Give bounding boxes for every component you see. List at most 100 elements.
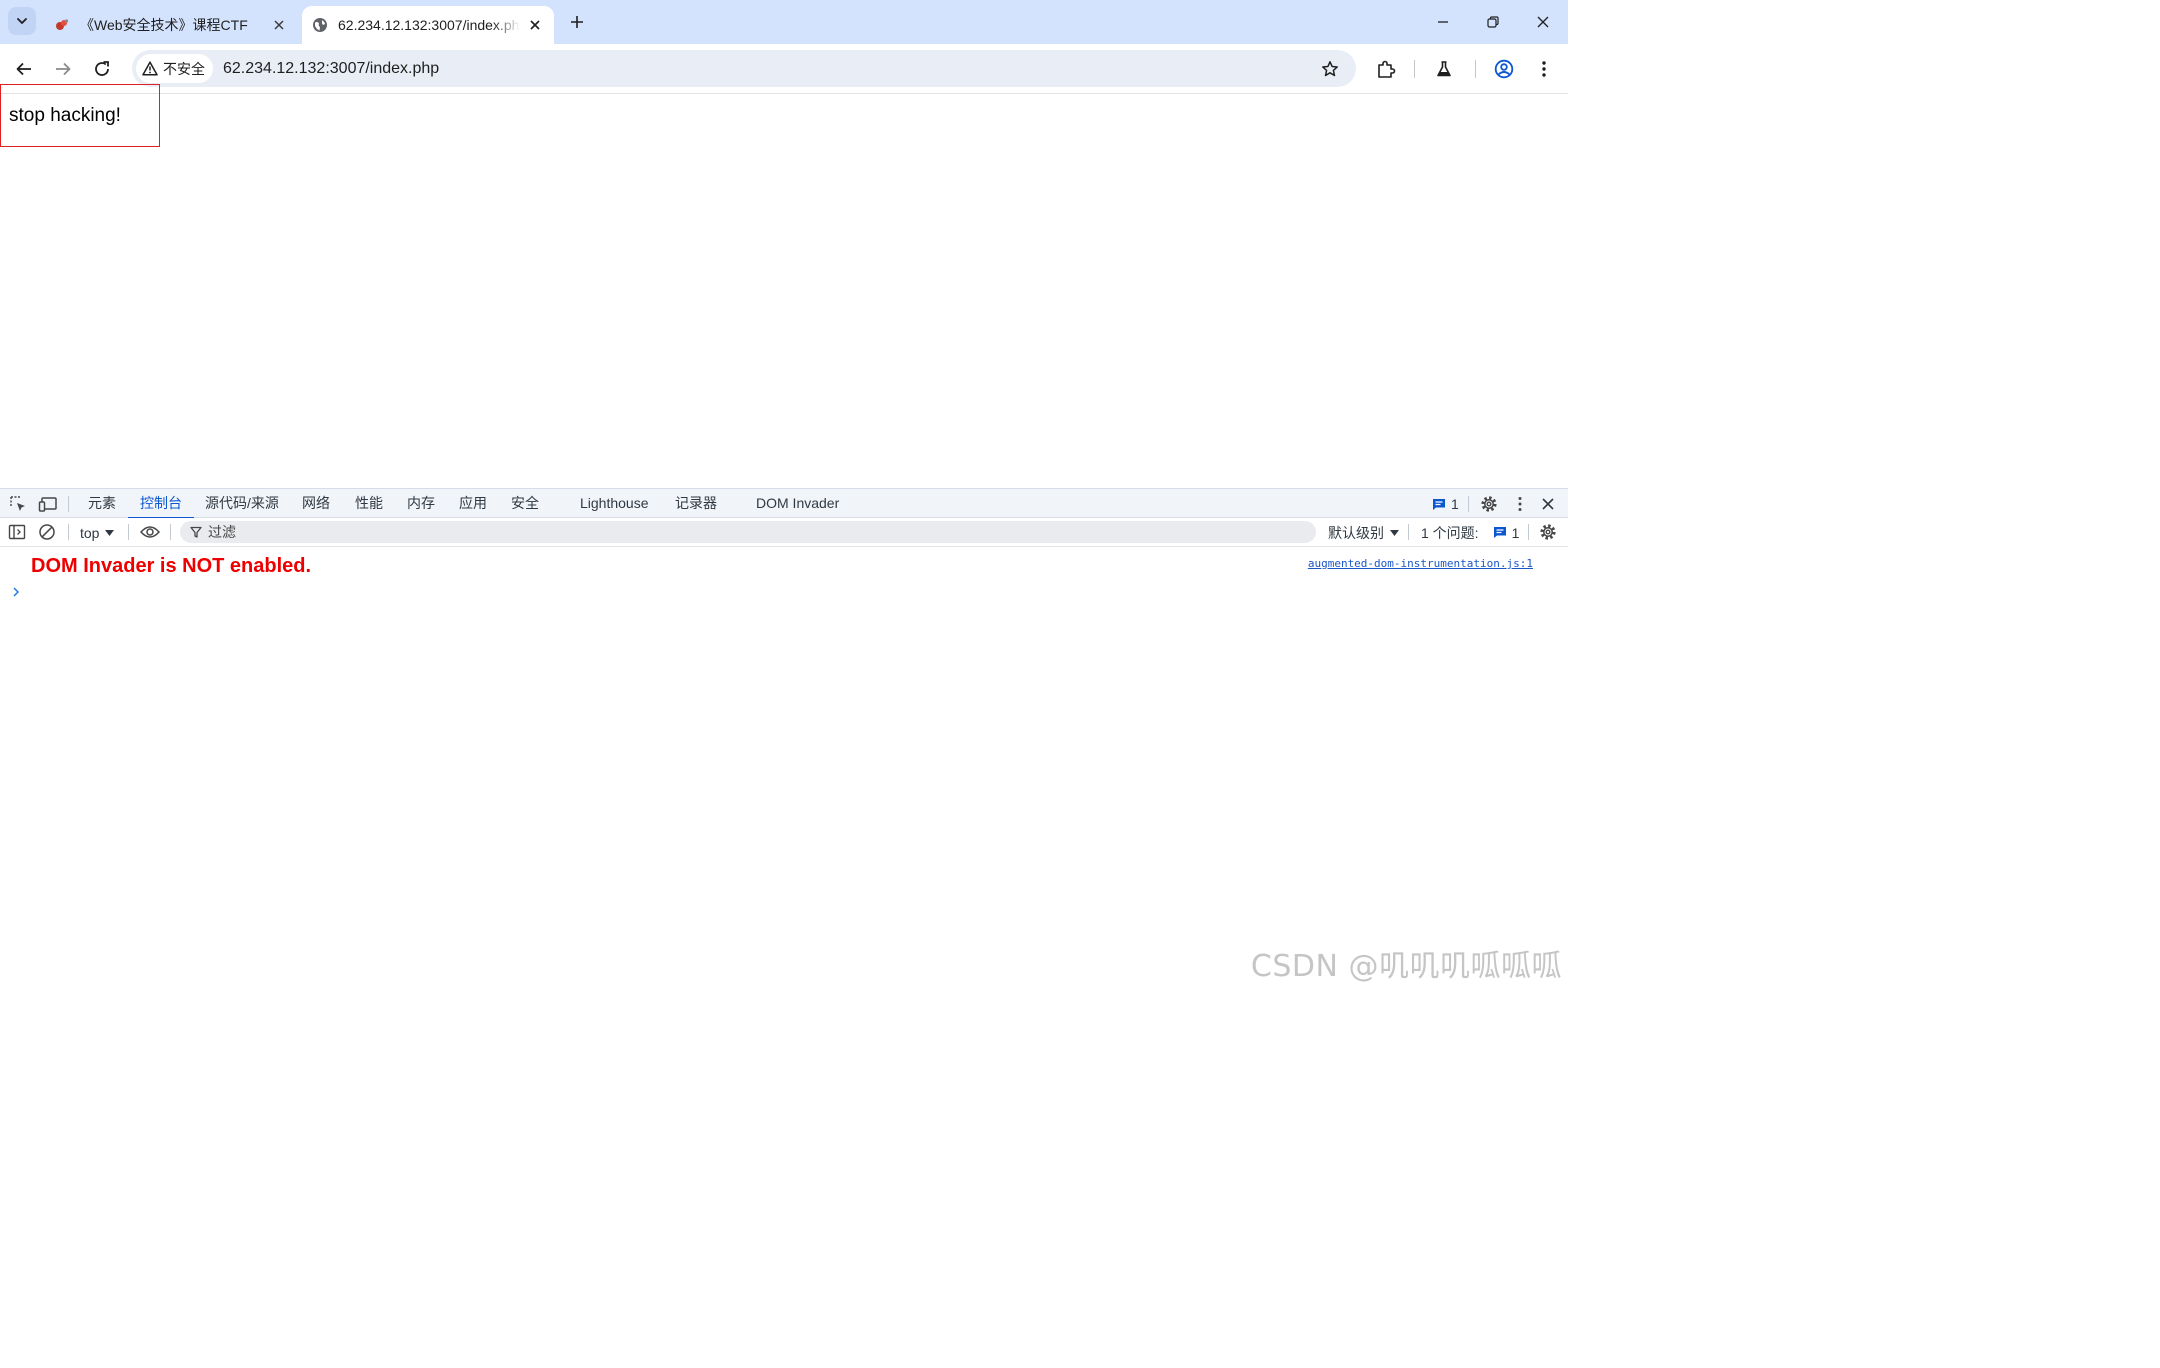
sidebar-icon xyxy=(8,524,26,540)
filter-placeholder: 过滤 xyxy=(208,524,236,540)
message-icon xyxy=(1433,498,1445,510)
inspect-element-button[interactable] xyxy=(8,494,28,514)
minimize-button[interactable] xyxy=(1418,0,1468,44)
devtools-tab-recorder[interactable]: 记录器 xyxy=(675,489,717,518)
new-tab-button[interactable] xyxy=(564,9,590,35)
devtools-tab-memory[interactable]: 内存 xyxy=(407,489,435,518)
devtools-separator xyxy=(68,524,69,540)
devtools-tab-dom-invader[interactable]: DOM Invader xyxy=(756,489,839,518)
console-source-link[interactable]: augmented-dom-instrumentation.js:1 xyxy=(1308,557,1533,570)
profile-button[interactable] xyxy=(1490,55,1518,83)
issues-count: 1 xyxy=(1511,524,1520,541)
console-sidebar-toggle[interactable] xyxy=(7,522,27,542)
warning-icon xyxy=(142,61,158,76)
devtools-separator xyxy=(170,524,171,540)
message-icon xyxy=(1493,527,1506,538)
clear-console-button[interactable] xyxy=(37,522,57,542)
tab-close-button[interactable] xyxy=(526,16,544,34)
console-prompt[interactable] xyxy=(11,586,23,600)
inspect-icon xyxy=(10,496,25,511)
devtools-tab-security[interactable]: 安全 xyxy=(511,489,539,518)
window-close-button[interactable] xyxy=(1518,0,1568,44)
tab-index-php[interactable]: 62.234.12.132:3007/index.php xyxy=(302,6,554,44)
chevron-down-icon xyxy=(17,18,27,24)
close-icon xyxy=(530,20,540,30)
devtools-tab-lighthouse[interactable]: Lighthouse xyxy=(580,489,649,518)
eye-icon xyxy=(140,526,160,538)
more-vert-icon xyxy=(1542,61,1546,77)
flask-icon xyxy=(1437,61,1451,77)
labs-button[interactable] xyxy=(1430,55,1458,83)
arrow-right-icon xyxy=(56,62,71,76)
filter-icon xyxy=(190,526,202,538)
devtools-more-button[interactable] xyxy=(1510,494,1530,514)
toolbar-separator xyxy=(1414,60,1415,78)
toolbar-separator xyxy=(1475,60,1476,78)
devtools-tab-application[interactable]: 应用 xyxy=(459,489,487,518)
messages-badge[interactable]: 1 xyxy=(1432,494,1459,514)
bookmark-button[interactable] xyxy=(1316,55,1344,83)
site-favicon-icon xyxy=(56,19,69,30)
devtools-tab-bar: 元素 控制台 源代码/来源 网络 性能 内存 应用 安全 Lighthouse … xyxy=(0,488,1568,519)
devtools-separator xyxy=(1468,496,1469,512)
gear-icon xyxy=(1540,524,1556,540)
console-filter-input[interactable]: 过滤 xyxy=(180,521,1316,543)
block-icon xyxy=(39,524,55,540)
page-body-text: stop hacking! xyxy=(9,105,121,126)
tab-search-button[interactable] xyxy=(8,7,36,35)
gear-icon xyxy=(1481,496,1497,512)
console-toolbar: top 过滤 默认级别 1 个问题: 1 xyxy=(0,518,1568,547)
close-icon xyxy=(1542,498,1554,510)
devtools-tab-elements[interactable]: 元素 xyxy=(88,489,116,518)
caret-down-icon xyxy=(1390,529,1399,536)
devtools-tab-network[interactable]: 网络 xyxy=(302,489,330,518)
devtools-tab-sources[interactable]: 源代码/来源 xyxy=(205,489,279,518)
tab-title: 《Web安全技术》课程CTF xyxy=(80,17,248,33)
devtools-settings-button[interactable] xyxy=(1479,494,1499,514)
live-expression-button[interactable] xyxy=(139,522,161,542)
plus-icon xyxy=(571,16,583,28)
security-indicator[interactable]: 不安全 xyxy=(136,54,213,83)
messages-count: 1 xyxy=(1451,496,1459,512)
address-bar[interactable]: 不安全 62.234.12.132:3007/index.php xyxy=(132,50,1356,87)
arrow-left-icon xyxy=(16,62,31,76)
devtools-tab-performance[interactable]: 性能 xyxy=(355,489,383,518)
tab-title: 62.234.12.132:3007/index.php xyxy=(338,17,520,33)
reload-icon xyxy=(95,61,109,76)
back-button[interactable] xyxy=(10,55,38,83)
issues-button[interactable]: 1 个问题: 1 xyxy=(1421,522,1519,543)
url-text[interactable]: 62.234.12.132:3007/index.php xyxy=(223,60,1316,78)
tab-strip: 《Web安全技术》课程CTF 62.234.12.132:3007/index.… xyxy=(0,0,1568,44)
page-viewport: stop hacking! xyxy=(0,84,1568,488)
globe-icon xyxy=(313,18,327,32)
console-message: DOM Invader is NOT enabled. xyxy=(31,555,312,577)
menu-button[interactable] xyxy=(1530,55,1558,83)
log-level-selector[interactable]: 默认级别 xyxy=(1328,522,1399,543)
devtools-separator xyxy=(1528,524,1529,540)
star-icon xyxy=(1322,60,1338,76)
device-icon xyxy=(38,497,57,512)
chevron-right-icon xyxy=(13,587,19,597)
puzzle-icon xyxy=(1378,60,1396,78)
security-label: 不安全 xyxy=(163,60,205,77)
more-vert-icon xyxy=(1518,497,1522,511)
log-level-value: 默认级别 xyxy=(1328,524,1384,541)
console-output: DOM Invader is NOT enabled. augmented-do… xyxy=(0,548,1568,993)
reload-button[interactable] xyxy=(88,55,116,83)
browser-toolbar: 不安全 62.234.12.132:3007/index.php xyxy=(0,44,1568,94)
devtools-separator xyxy=(1408,524,1409,540)
tab-ctf-course[interactable]: 《Web安全技术》课程CTF xyxy=(44,6,298,44)
close-icon xyxy=(274,20,284,30)
tab-close-button[interactable] xyxy=(270,16,288,34)
caret-down-icon xyxy=(105,529,115,536)
device-toolbar-button[interactable] xyxy=(38,494,58,514)
restore-icon xyxy=(1487,16,1499,28)
console-settings-button[interactable] xyxy=(1538,522,1558,542)
forward-button[interactable] xyxy=(49,55,77,83)
context-selector[interactable]: top xyxy=(80,522,115,543)
devtools-tab-console[interactable]: 控制台 xyxy=(128,489,194,519)
extensions-button[interactable] xyxy=(1372,55,1400,83)
devtools-close-button[interactable] xyxy=(1538,494,1558,514)
restore-button[interactable] xyxy=(1468,0,1518,44)
devtools-separator xyxy=(128,524,129,540)
